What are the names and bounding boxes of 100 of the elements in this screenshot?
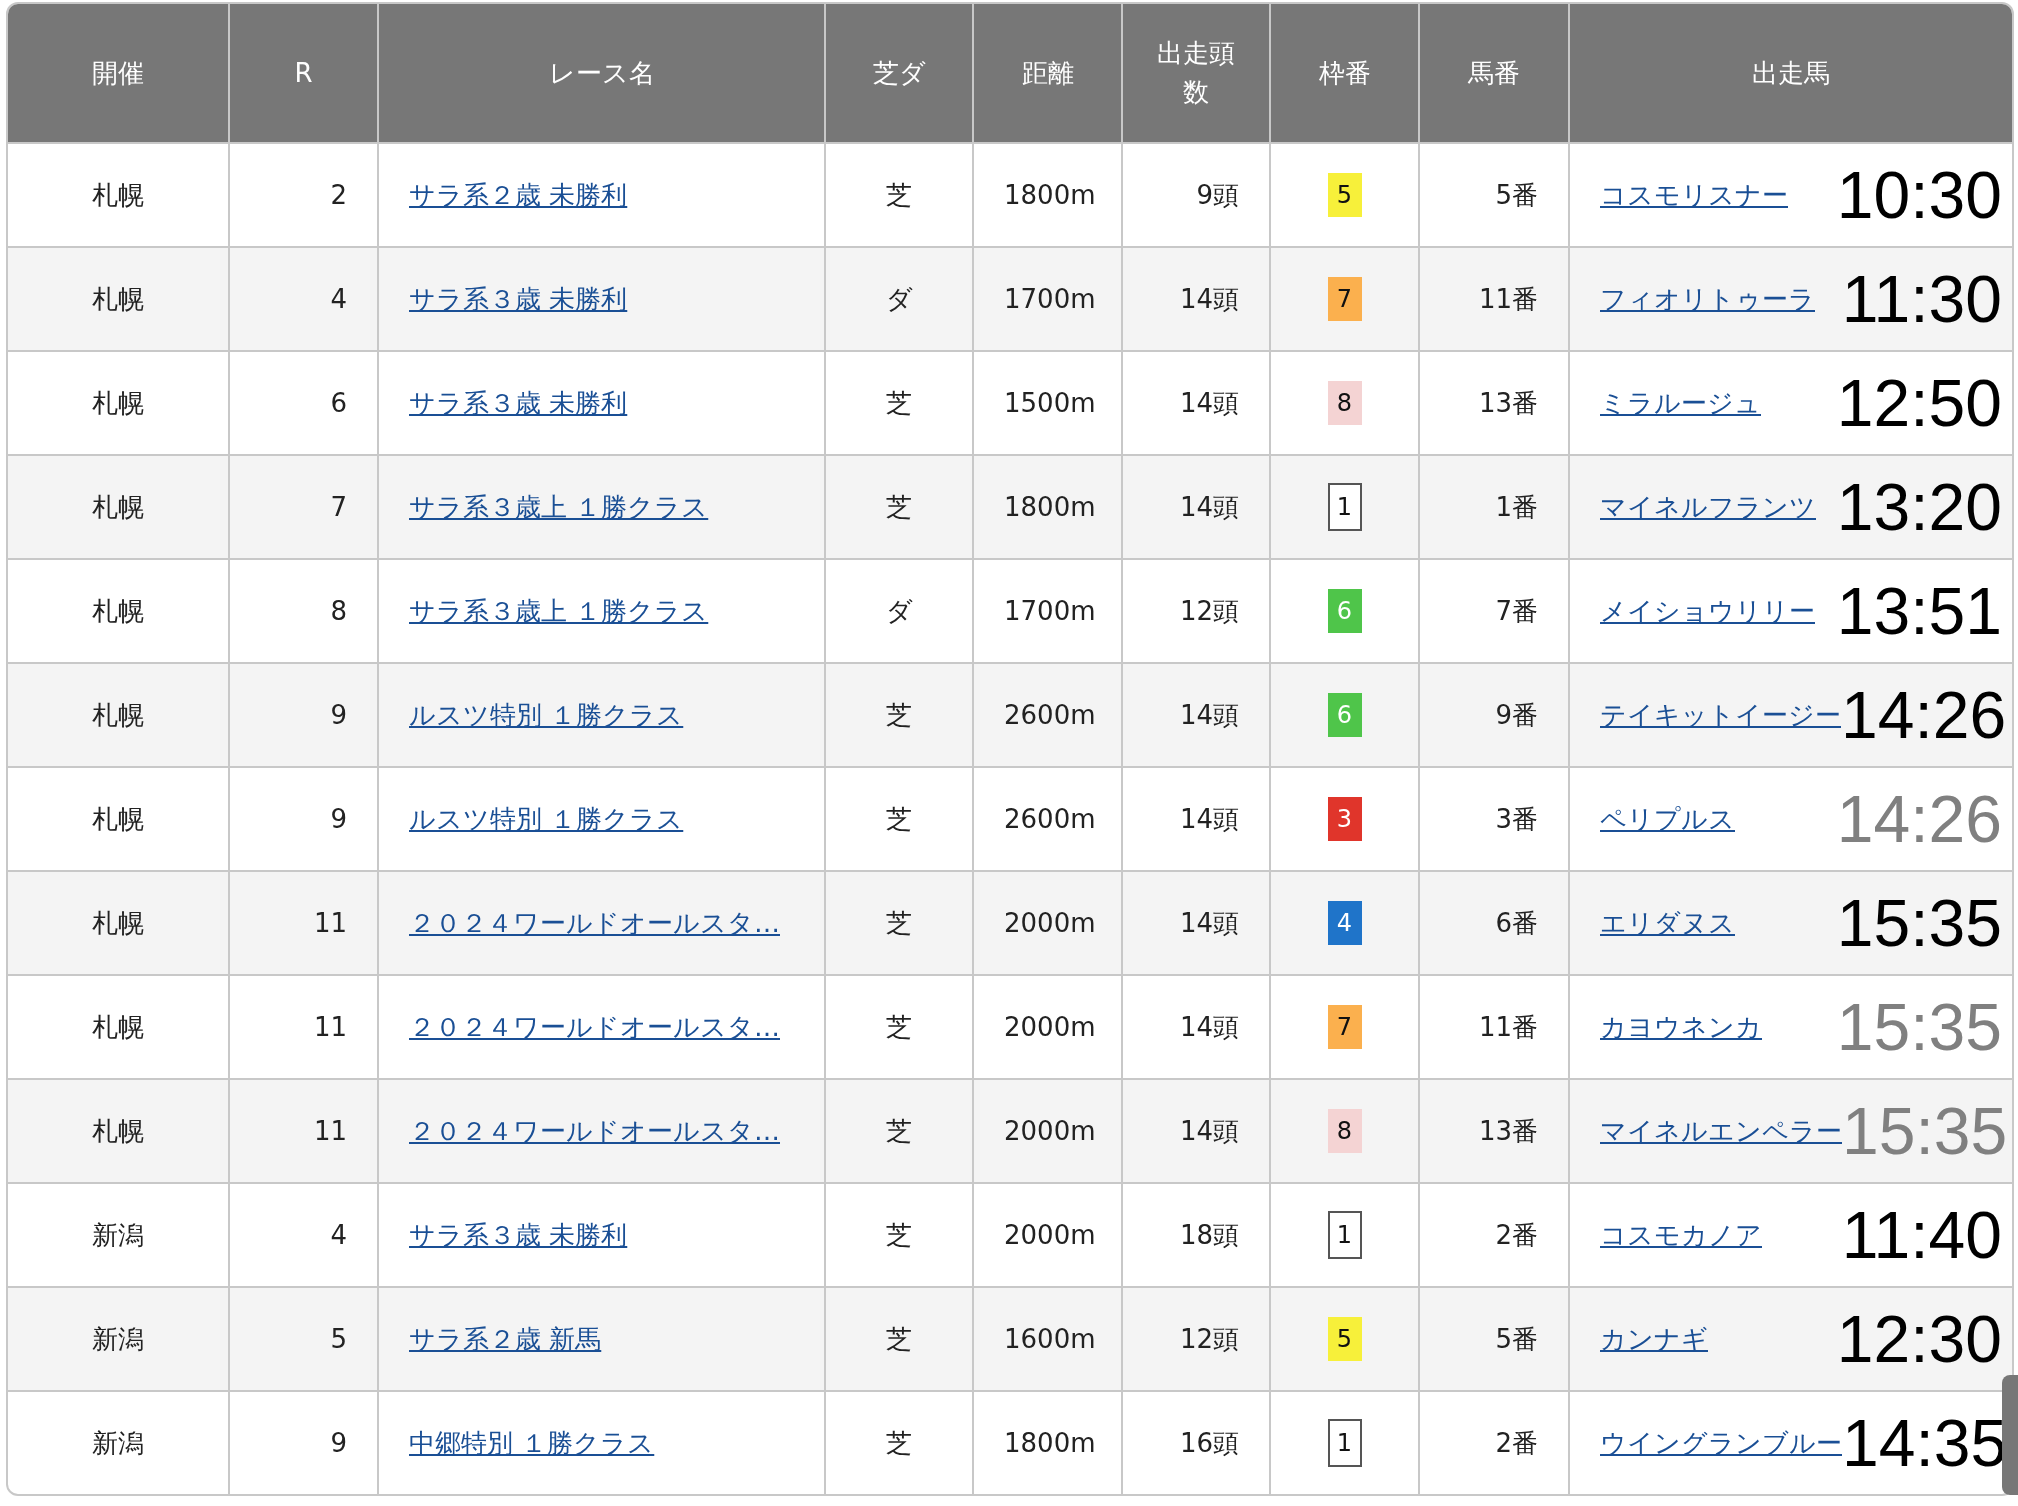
- horse-number-cell: 9番: [1420, 662, 1570, 766]
- distance-cell: 2000m: [974, 1078, 1123, 1182]
- distance-cell: 1600m: [974, 1286, 1123, 1390]
- horse-name-link[interactable]: マイネルフランツ: [1600, 489, 1816, 525]
- column-header: R: [230, 4, 379, 142]
- race-name-link[interactable]: サラ系３歳 未勝利: [409, 1219, 628, 1250]
- race-name-link[interactable]: サラ系２歳 新馬: [409, 1323, 602, 1354]
- frame-number-badge: 7: [1327, 1005, 1362, 1049]
- distance-cell: 2000m: [974, 870, 1123, 974]
- horse-name-link[interactable]: カヨウネンカ: [1600, 1009, 1762, 1045]
- frame-number-badge: 6: [1327, 589, 1362, 633]
- post-time: 15:35: [1836, 994, 2002, 1060]
- race-name-link[interactable]: サラ系２歳 未勝利: [409, 179, 628, 210]
- horse-name-link[interactable]: メイショウリリー: [1600, 593, 1815, 629]
- race-number-cell: 5: [230, 1286, 379, 1390]
- column-header: 馬番: [1420, 4, 1570, 142]
- race-name-link[interactable]: ２０２４ワールドオールスタ…: [409, 1011, 780, 1042]
- horse-name-link[interactable]: フィオリトゥーラ: [1600, 281, 1815, 317]
- race-number-cell: 4: [230, 246, 379, 350]
- horse-name-link[interactable]: エリダヌス: [1600, 905, 1735, 941]
- race-name-link[interactable]: 中郷特別 １勝クラス: [409, 1427, 655, 1458]
- race-name-link[interactable]: サラ系３歳 未勝利: [409, 283, 628, 314]
- venue-cell: 札幌: [8, 454, 230, 558]
- post-time: 11:40: [1841, 1202, 2002, 1268]
- venue-cell: 札幌: [8, 246, 230, 350]
- horse-name-link[interactable]: カンナギ: [1600, 1321, 1708, 1357]
- horse-number-cell: 2番: [1420, 1390, 1570, 1494]
- race-name-link[interactable]: ルスツ特別 １勝クラス: [409, 803, 684, 834]
- venue-cell: 新潟: [8, 1390, 230, 1494]
- surface-cell: 芝: [826, 1390, 974, 1494]
- horse-number-cell: 5番: [1420, 1286, 1570, 1390]
- frame-number-badge: 6: [1327, 693, 1362, 737]
- runners-cell: 16頭: [1123, 1390, 1271, 1494]
- column-header: 出走馬: [1570, 4, 2012, 142]
- runners-cell: 14頭: [1123, 870, 1271, 974]
- post-time: 12:30: [1836, 1306, 2002, 1372]
- frame-number-badge: 3: [1327, 797, 1362, 841]
- post-time: 13:20: [1836, 474, 2002, 540]
- surface-cell: 芝: [826, 1286, 974, 1390]
- horse-number-cell: 13番: [1420, 1078, 1570, 1182]
- race-number-cell: 11: [230, 870, 379, 974]
- post-time: 14:35: [1842, 1410, 2008, 1476]
- race-number-cell: 11: [230, 1078, 379, 1182]
- runners-cell: 12頭: [1123, 1286, 1271, 1390]
- race-name-link[interactable]: サラ系３歳上 １勝クラス: [409, 595, 709, 626]
- distance-cell: 2600m: [974, 662, 1123, 766]
- venue-cell: 札幌: [8, 1078, 230, 1182]
- horse-number-cell: 6番: [1420, 870, 1570, 974]
- post-time: 13:51: [1836, 578, 2002, 644]
- surface-cell: ダ: [826, 246, 974, 350]
- runners-cell: 14頭: [1123, 246, 1271, 350]
- race-number-cell: 9: [230, 1390, 379, 1494]
- distance-cell: 1800m: [974, 454, 1123, 558]
- horse-name-link[interactable]: マイネルエンペラー: [1600, 1113, 1842, 1149]
- venue-cell: 新潟: [8, 1286, 230, 1390]
- runners-cell: 14頭: [1123, 662, 1271, 766]
- post-time: 14:26: [1836, 786, 2002, 852]
- race-name-link[interactable]: サラ系３歳 未勝利: [409, 387, 628, 418]
- frame-number-badge: 1: [1327, 1211, 1362, 1259]
- race-number-cell: 9: [230, 662, 379, 766]
- surface-cell: 芝: [826, 1078, 974, 1182]
- surface-cell: 芝: [826, 454, 974, 558]
- venue-cell: 札幌: [8, 870, 230, 974]
- frame-number-badge: 8: [1327, 381, 1362, 425]
- horse-number-cell: 11番: [1420, 246, 1570, 350]
- post-time: 14:26: [1841, 682, 2007, 748]
- runners-cell: 14頭: [1123, 1078, 1271, 1182]
- frame-number-badge: 5: [1327, 1317, 1362, 1361]
- column-header: 枠番: [1271, 4, 1420, 142]
- frame-number-badge: 1: [1327, 483, 1362, 531]
- distance-cell: 1700m: [974, 246, 1123, 350]
- venue-cell: 札幌: [8, 662, 230, 766]
- post-time: 12:50: [1836, 370, 2002, 436]
- scrollbar-thumb[interactable]: [2002, 1375, 2018, 1495]
- column-header: レース名: [379, 4, 826, 142]
- race-name-link[interactable]: ルスツ特別 １勝クラス: [409, 699, 684, 730]
- frame-number-badge: 7: [1327, 277, 1362, 321]
- column-header: 出走頭数: [1123, 4, 1271, 142]
- horse-name-link[interactable]: コスモカノア: [1600, 1217, 1762, 1253]
- distance-cell: 1800m: [974, 1390, 1123, 1494]
- column-header: 距離: [974, 4, 1123, 142]
- race-number-cell: 7: [230, 454, 379, 558]
- frame-number-badge: 4: [1327, 901, 1362, 945]
- surface-cell: 芝: [826, 662, 974, 766]
- surface-cell: 芝: [826, 870, 974, 974]
- column-header: 芝ダ: [826, 4, 974, 142]
- runners-cell: 14頭: [1123, 454, 1271, 558]
- frame-number-badge: 1: [1327, 1419, 1362, 1467]
- horse-name-link[interactable]: ミラルージュ: [1600, 385, 1761, 421]
- post-time: 11:30: [1841, 266, 2002, 332]
- post-time: 10:30: [1836, 162, 2002, 228]
- horse-name-link[interactable]: ペリプルス: [1600, 801, 1735, 837]
- frame-number-badge: 5: [1327, 173, 1362, 217]
- frame-number-badge: 8: [1327, 1109, 1362, 1153]
- horse-number-cell: 1番: [1420, 454, 1570, 558]
- horse-name-link[interactable]: テイキットイージー: [1600, 697, 1841, 733]
- post-time: 15:35: [1836, 890, 2002, 956]
- horse-name-link[interactable]: ウイングランブルー: [1600, 1425, 1842, 1461]
- column-header: 開催: [8, 4, 230, 142]
- horse-name-link[interactable]: コスモリスナー: [1600, 177, 1788, 213]
